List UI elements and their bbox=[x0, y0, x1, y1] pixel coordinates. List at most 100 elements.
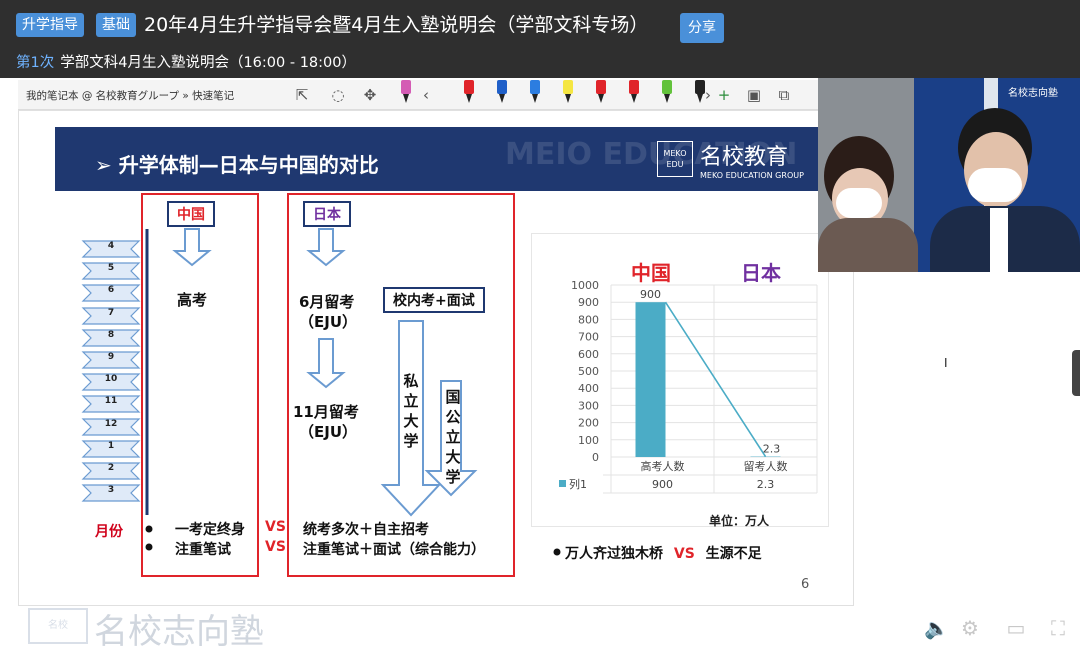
prev-icon[interactable]: ‹ bbox=[416, 84, 436, 106]
pen-cap bbox=[629, 80, 639, 94]
y-tick-label: 100 bbox=[578, 434, 599, 447]
pen-color-1[interactable] bbox=[400, 80, 412, 106]
y-tick-label: 200 bbox=[578, 417, 599, 430]
header-bar: 升学指导 基础 20年4月生升学指导会暨4月生入塾说明会（学部文科专场） 分享 … bbox=[0, 0, 1080, 78]
pen-tip bbox=[499, 94, 505, 103]
public-univ: 国公立大学 bbox=[445, 388, 461, 486]
volume-icon[interactable]: 🔈 bbox=[924, 616, 949, 640]
pen-tip bbox=[532, 94, 538, 103]
y-tick-label: 600 bbox=[578, 348, 599, 361]
watermark-text: 名校志向塾 bbox=[94, 612, 264, 647]
tag-guidance[interactable]: 升学指导 bbox=[16, 13, 84, 37]
series-line bbox=[664, 301, 767, 458]
pen-cap bbox=[596, 80, 606, 94]
y-tick-label: 500 bbox=[578, 365, 599, 378]
vs-1: VS bbox=[265, 519, 286, 535]
pen-tip bbox=[466, 94, 472, 103]
bar-chart: 0 100 200 300 400 500 600 700 800 900 1000 900 高考人数 9… bbox=[559, 279, 818, 494]
x-tick-label: 高考人数 bbox=[641, 459, 685, 473]
settings-icon[interactable]: ⚙ bbox=[958, 616, 982, 640]
table-value: 900 bbox=[652, 478, 673, 491]
select-text-icon[interactable]: ⇱ bbox=[292, 84, 312, 106]
private-univ: 私立大学 bbox=[403, 372, 419, 450]
note-toolbar: 我的笔记本 @ 名校教育グループ » 快速笔记 ⇱ ◌ ✥ ‹ › + ▣ ⧉ bbox=[18, 80, 818, 110]
video-banner-text: 名校志向塾 bbox=[1008, 88, 1058, 99]
session-number: 第1次 bbox=[16, 55, 55, 71]
bottom-bullet: 万人齐过独木桥 VS 生源不足 bbox=[551, 543, 762, 563]
pen-cap bbox=[662, 80, 672, 94]
pen-tip bbox=[598, 94, 604, 103]
pen-cap bbox=[497, 80, 507, 94]
china-label: 中国 bbox=[167, 201, 215, 227]
pen-color-7[interactable] bbox=[628, 80, 640, 106]
japan-nov-line2: （EJU） bbox=[299, 423, 358, 441]
china-bullet-1: 一考定终身 bbox=[175, 522, 245, 538]
pen-cap bbox=[464, 80, 474, 94]
share-button[interactable]: 分享 bbox=[680, 13, 724, 43]
pen-color-3[interactable] bbox=[496, 80, 508, 106]
breadcrumb[interactable]: 我的笔记本 @ 名校教育グループ » 快速笔记 bbox=[26, 88, 234, 103]
pen-color-2[interactable] bbox=[463, 80, 475, 106]
webcam-video[interactable]: 名校志向塾 bbox=[818, 78, 1080, 272]
pen-tip bbox=[403, 94, 409, 103]
japan-line-1: 统考多次＋自主招考 bbox=[303, 522, 429, 538]
data-label: 2.3 bbox=[763, 443, 781, 456]
bar bbox=[635, 302, 666, 457]
session-line: 第1次 学部文科4月生入塾说明会（16:00 - 18:00） bbox=[16, 51, 356, 72]
session-title: 学部文科4月生入塾说明会（16:00 - 18:00） bbox=[60, 55, 356, 71]
china-exam: 高考 bbox=[177, 291, 208, 309]
app-window: 升学指导 基础 20年4月生升学指导会暨4月生入塾说明会（学部文科专场） 分享 … bbox=[0, 0, 1080, 647]
bottom-vs: VS bbox=[673, 546, 695, 562]
month-label: 月份 bbox=[95, 524, 123, 540]
page-number: 6 bbox=[801, 577, 810, 592]
y-tick-label: 800 bbox=[578, 313, 599, 326]
y-tick-label: 1000 bbox=[571, 279, 599, 292]
course-title: 20年4月生升学指导会暨4月生入塾说明会（学部文科专场） bbox=[144, 14, 649, 36]
table-value: 2.3 bbox=[757, 478, 775, 491]
slide: MEIO EDUCATION ➢ 升学体制—日本与中国的对比 MEKO EDU … bbox=[18, 110, 854, 606]
person-left-body bbox=[818, 218, 918, 272]
pen-cap bbox=[563, 80, 573, 94]
bottom-bullet-text: 万人齐过独木桥 bbox=[565, 546, 663, 562]
move-icon[interactable]: ✥ bbox=[360, 84, 380, 106]
text-cursor-icon: I bbox=[944, 356, 948, 370]
y-tick-label: 300 bbox=[578, 399, 599, 412]
japan-nov-line1: 11月留考 bbox=[293, 403, 359, 421]
watermark-logo: 名校 bbox=[28, 608, 88, 644]
japan-june-line2: （EJU） bbox=[299, 313, 358, 331]
side-panel-handle[interactable] bbox=[1072, 350, 1080, 396]
pen-color-4[interactable] bbox=[529, 80, 541, 106]
copy-icon[interactable]: ⧉ bbox=[774, 84, 794, 106]
add-icon[interactable]: + bbox=[714, 84, 734, 106]
fullscreen-icon[interactable]: ⛶ bbox=[1046, 616, 1070, 640]
legend-label: 列1 bbox=[569, 477, 587, 491]
pip-icon[interactable]: ▭ bbox=[1004, 616, 1028, 640]
japan-label: 日本 bbox=[303, 201, 351, 227]
japan-june-line1: 6月留考 bbox=[299, 293, 355, 311]
person-left-mask bbox=[836, 188, 882, 218]
pen-color-5[interactable] bbox=[562, 80, 574, 106]
y-tick-label: 900 bbox=[578, 296, 599, 309]
unit-label: 单位：万人 bbox=[709, 514, 770, 528]
pen-tip bbox=[631, 94, 637, 103]
pen-color-6[interactable] bbox=[595, 80, 607, 106]
china-bullet-2: 注重笔试 bbox=[175, 542, 231, 558]
japan-line-2: 注重笔试＋面试（综合能力） bbox=[303, 542, 485, 558]
vs-2: VS bbox=[265, 539, 286, 555]
data-label: 900 bbox=[640, 288, 661, 301]
pen-color-8[interactable] bbox=[661, 80, 673, 106]
pen-tip bbox=[664, 94, 670, 103]
tag-basic[interactable]: 基础 bbox=[96, 13, 136, 37]
school-exam-label: 校内考+面试 bbox=[383, 287, 485, 313]
y-tick-label: 700 bbox=[578, 331, 599, 344]
x-tick-label: 留考人数 bbox=[744, 460, 788, 473]
pen-tip bbox=[565, 94, 571, 103]
legend-swatch bbox=[559, 480, 566, 487]
lasso-icon[interactable]: ◌ bbox=[328, 84, 348, 106]
bottom-bullet-right: 生源不足 bbox=[705, 546, 762, 562]
y-tick-label: 400 bbox=[578, 382, 599, 395]
shape-icon[interactable]: ▣ bbox=[744, 84, 764, 106]
pen-cap bbox=[530, 80, 540, 94]
person-right-shirt bbox=[990, 208, 1008, 272]
pen-cap bbox=[401, 80, 411, 94]
